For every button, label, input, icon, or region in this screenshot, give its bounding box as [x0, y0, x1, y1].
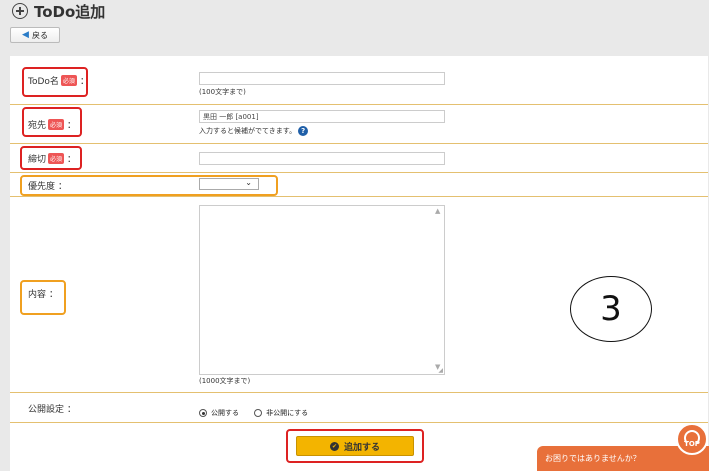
help-bar-text: お困りではありませんか？: [545, 454, 641, 463]
visibility-label-text: 公開設定: [28, 405, 65, 415]
highlight-recipient-label: [22, 107, 82, 137]
recipient-field-wrap: 黒田 一郎 [a001] 入力すると候補がでてきます。 ?: [199, 110, 445, 136]
page-header: ToDo追加 ◀ 戻る: [0, 0, 709, 46]
visibility-radio-group: 公開する 非公開にする: [199, 402, 318, 421]
row-visibility: 公開設定 ： 公開する 非公開にする: [10, 392, 708, 423]
submit-add-button[interactable]: ✔ 追加する: [296, 436, 414, 456]
highlight-todo-name-label: [22, 67, 88, 97]
radio-unselected-icon: [254, 409, 263, 417]
step-number-annotation: 3: [570, 276, 652, 342]
radio-private[interactable]: 非公開にする: [254, 408, 308, 418]
row-todo-name: ToDo名 必須 ： (100文字まで): [10, 56, 708, 105]
back-button-label: 戻る: [31, 30, 48, 40]
submit-label: 追加する: [343, 442, 380, 453]
content-note: (1000文字まで): [199, 377, 251, 385]
radio-public[interactable]: 公開する: [199, 408, 239, 418]
check-icon: ✔: [329, 441, 339, 451]
row-recipient: 宛先 必須 ： 黒田 一郎 [a001] 入力すると候補がでてきます。 ?: [10, 104, 708, 144]
radio-selected-icon: [199, 409, 207, 417]
back-button[interactable]: ◀ 戻る: [10, 27, 60, 43]
visibility-label: 公開設定 ：: [28, 402, 76, 415]
page-title-text: ToDo追加: [34, 2, 106, 21]
help-icon[interactable]: ?: [298, 126, 309, 136]
highlight-content-label: [20, 280, 66, 315]
page-title: ToDo追加: [12, 0, 105, 22]
row-deadline: 締切 必須 ：: [10, 143, 708, 173]
recipient-note-text: 入力すると候補がでてきます。: [199, 127, 297, 135]
scroll-up-icon[interactable]: ▲: [435, 207, 440, 215]
radio-private-label: 非公開にする: [266, 409, 309, 417]
top-arrow-icon: [684, 430, 700, 446]
add-circle-icon: [12, 3, 28, 19]
content-field-wrap: ▲ ▼ ◢ (1000文字まで): [199, 205, 445, 386]
deadline-input[interactable]: [199, 152, 445, 165]
radio-public-label: 公開する: [211, 409, 239, 417]
deadline-field-wrap: [199, 152, 445, 165]
todo-form: ToDo名 必須 ： (100文字まで) 宛先 必須 ： 黒田 一郎 [a001…: [10, 56, 708, 471]
recipient-input[interactable]: 黒田 一郎 [a001]: [199, 110, 445, 123]
todo-name-input[interactable]: [199, 72, 445, 85]
recipient-note: 入力すると候補がでてきます。 ?: [199, 126, 445, 136]
content-textarea[interactable]: ▲ ▼ ◢: [199, 205, 445, 375]
todo-name-field-wrap: (100文字まで): [199, 72, 445, 97]
back-to-top-button[interactable]: TOP: [676, 423, 708, 455]
highlight-deadline-label: [20, 146, 82, 170]
resize-grip-icon[interactable]: ◢: [438, 367, 443, 374]
textarea-scrollbar[interactable]: ▲ ▼: [435, 207, 443, 373]
highlight-priority-row: [20, 175, 278, 196]
todo-name-note: (100文字まで): [199, 88, 246, 96]
colon: ：: [67, 405, 77, 415]
back-arrow-icon: ◀: [22, 30, 29, 40]
